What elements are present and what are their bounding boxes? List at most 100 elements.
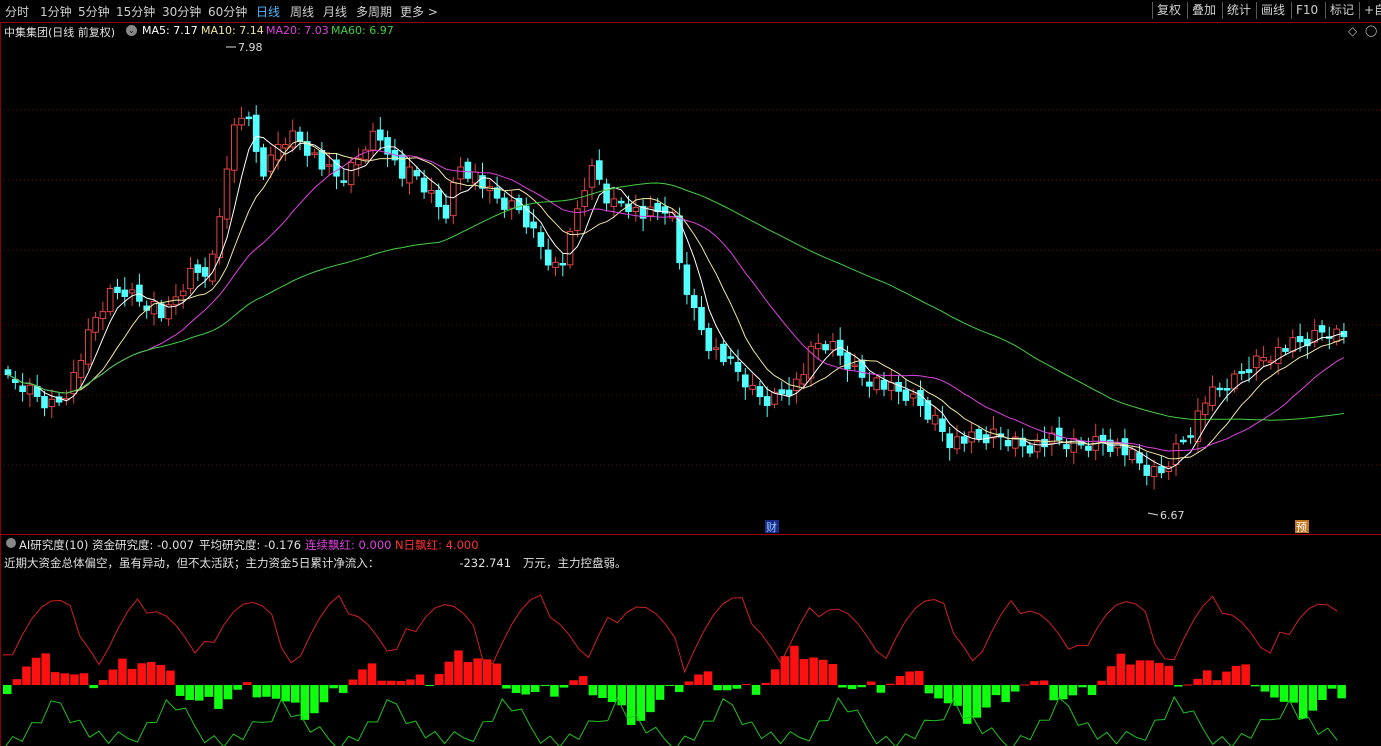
candlestick-chart[interactable]: 7.98 6.67 财 预 [0, 40, 1381, 534]
indicator-bar [3, 685, 12, 694]
tab-period-monthly[interactable]: 月线 [323, 3, 347, 20]
candle-body [194, 264, 202, 273]
candle-body [41, 395, 48, 409]
candle-body [384, 137, 391, 155]
candle-body [581, 190, 589, 207]
indicator-bar [867, 681, 876, 685]
candle-body [873, 377, 881, 391]
tab-period-weekly[interactable]: 周线 [290, 3, 314, 20]
indicator-bar [425, 685, 434, 686]
candle-body [1114, 443, 1121, 449]
indicator-bar [751, 685, 761, 695]
tab-period-5min[interactable]: 5分钟 [78, 3, 110, 20]
indicator-bar [1020, 684, 1030, 686]
indicator-bar [339, 685, 348, 693]
indicator-bar [1270, 685, 1279, 698]
add-custom-button[interactable]: +自 [1359, 2, 1381, 19]
candle-body [1085, 445, 1092, 451]
candle-body [121, 289, 129, 297]
candle-body [1216, 387, 1224, 391]
candle-body [106, 288, 114, 313]
indicator-bar [1097, 680, 1106, 685]
draw-line-button[interactable]: 画线 [1256, 2, 1289, 19]
candle-body [1070, 438, 1078, 453]
tab-period-daily[interactable]: 日线 [256, 3, 280, 20]
candle-body [238, 117, 245, 126]
candle-body [829, 341, 837, 351]
indicator-bar [204, 685, 214, 697]
indicator-bar [675, 685, 684, 693]
candle-body [720, 343, 727, 363]
dropdown-circle-icon[interactable]: ⌄ [126, 25, 137, 36]
candle-body [902, 389, 910, 401]
indicator-histogram[interactable] [0, 572, 1381, 746]
indicator-bar [60, 673, 70, 685]
candle-body [274, 143, 282, 161]
candle-body [1055, 427, 1063, 441]
indicator-bar [703, 671, 713, 685]
candle-body [85, 329, 92, 365]
indicator-bar [1327, 685, 1337, 689]
restore-rights-button[interactable]: 复权 [1152, 2, 1185, 19]
candle-body [1245, 369, 1253, 373]
candle-body [844, 352, 851, 370]
indicator-bar [1279, 685, 1289, 702]
candle-body [763, 396, 771, 406]
candle-body [1026, 445, 1034, 454]
indicator-bar [1203, 670, 1212, 685]
ma5-label: MA5: 7.17 [142, 24, 198, 37]
indicator-bar [473, 658, 482, 685]
indicator-bar [1107, 666, 1116, 685]
indicator-bar [1318, 685, 1327, 701]
candle-body [1318, 325, 1326, 333]
high-price-label: 7.98 [238, 41, 263, 54]
indicator-bar [233, 685, 242, 690]
indicator-bar [1039, 680, 1049, 685]
candle-body [318, 150, 326, 170]
candle-body [1282, 348, 1289, 352]
mark-button[interactable]: 标记 [1325, 2, 1358, 19]
indicator-bar [387, 680, 396, 685]
candle-body [727, 356, 735, 359]
overlay-button[interactable]: 叠加 [1187, 2, 1220, 19]
candle-body [457, 166, 464, 180]
candle-body [559, 263, 567, 266]
candle-body [179, 290, 187, 297]
indicator-bar [99, 680, 108, 685]
expand-circle-icon[interactable]: ◯ [1365, 24, 1377, 37]
candle-body [1201, 402, 1209, 416]
indicator-bar [156, 664, 166, 685]
candle-body [231, 124, 238, 171]
candle-body [1180, 439, 1187, 443]
tab-period-fenshi[interactable]: 分时 [5, 3, 29, 20]
stock-title: 中集集团(日线 前复权) [4, 26, 116, 39]
candle-body [749, 384, 756, 390]
candle-body [975, 429, 983, 439]
indicator-bar [905, 671, 914, 685]
tab-period-1min[interactable]: 1分钟 [40, 3, 72, 20]
indicator-bar [377, 680, 386, 685]
candle-body [785, 389, 793, 396]
indicator-bar [185, 685, 194, 701]
tab-period-30min[interactable]: 30分钟 [162, 3, 201, 20]
indicator-bar [1087, 685, 1097, 695]
finance-badge: 财 [766, 520, 777, 534]
indicator-bar [655, 685, 665, 700]
tab-period-15min[interactable]: 15分钟 [116, 3, 155, 20]
indicator-settings-icon[interactable] [6, 538, 16, 548]
tab-period-60min[interactable]: 60分钟 [208, 3, 247, 20]
indicator-bar [1241, 664, 1250, 685]
indicator-bar [1183, 684, 1193, 686]
statistics-button[interactable]: 统计 [1222, 2, 1255, 19]
indicator-bar [1068, 685, 1078, 696]
ma10-label: MA10: 7.14 [201, 24, 264, 37]
indicator-bar [1222, 671, 1231, 685]
tab-period-more[interactable]: 更多 > [400, 3, 438, 20]
indicator-bar [531, 685, 540, 693]
tab-period-multi[interactable]: 多周期 [356, 3, 392, 20]
candle-body [1296, 336, 1304, 343]
indicator-bar [886, 683, 895, 685]
f10-button[interactable]: F10 [1291, 2, 1322, 19]
diamond-icon[interactable]: ◇ [1348, 24, 1357, 38]
candle-body [282, 144, 289, 149]
